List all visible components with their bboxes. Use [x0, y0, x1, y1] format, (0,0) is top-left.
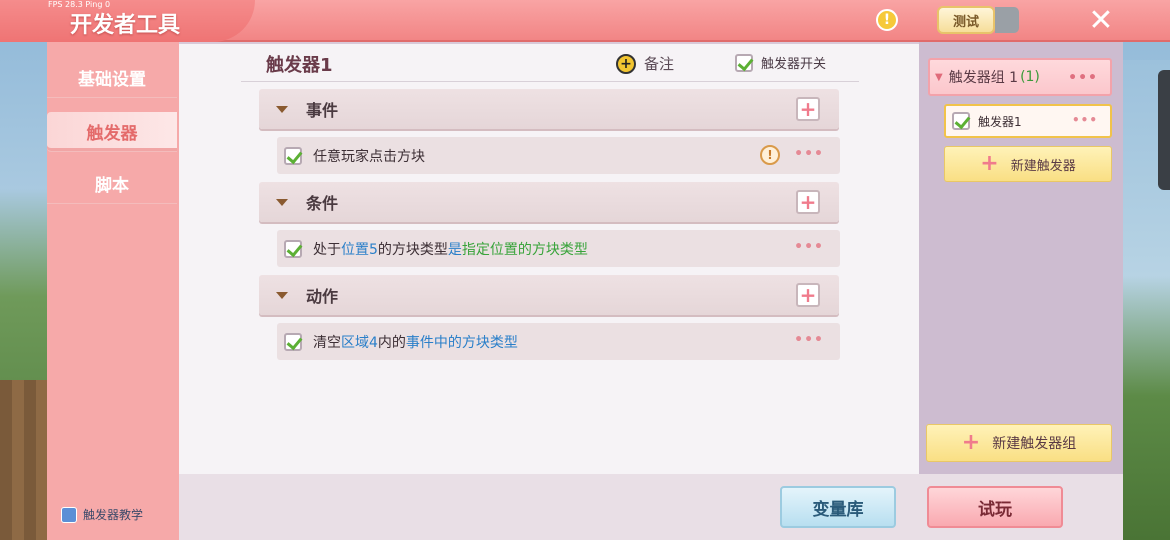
- tutorial-label: 触发器教学: [83, 508, 144, 522]
- highlighted-token[interactable]: 指定位置的方块类型: [462, 242, 588, 258]
- trigger-list-item[interactable]: 触发器1 •••: [944, 104, 1112, 138]
- trigger-switch[interactable]: 触发器开关: [735, 53, 826, 72]
- background-block: [0, 380, 48, 540]
- new-group-label: 新建触发器组: [992, 436, 1077, 452]
- text-token: 任意玩家点击方块: [313, 148, 425, 165]
- trigger-name[interactable]: 触发器1: [266, 51, 333, 77]
- section-label: 事件: [306, 101, 339, 120]
- more-options-icon[interactable]: •••: [1072, 113, 1098, 127]
- plus-icon: +: [980, 151, 999, 176]
- sidebar: 基础设置 触发器 脚本 触发器教学: [47, 42, 179, 540]
- condition-item[interactable]: 处于位置5的方块类型是指定位置的方块类型 •••: [277, 230, 840, 267]
- close-icon[interactable]: ✕: [1087, 3, 1115, 38]
- condition-text: 处于位置5的方块类型是指定位置的方块类型: [313, 239, 588, 259]
- bottom-bar: 变量库 试玩: [179, 474, 1123, 540]
- section-label: 条件: [306, 194, 339, 213]
- add-event-button[interactable]: +: [796, 97, 820, 121]
- section-events[interactable]: 事件 +: [259, 89, 839, 129]
- highlighted-token[interactable]: 是: [448, 242, 462, 258]
- chevron-down-icon[interactable]: ▼: [935, 72, 943, 83]
- group-count: (1): [1020, 69, 1040, 85]
- sidebar-item-basic-settings[interactable]: 基础设置: [47, 58, 177, 98]
- note-label: 备注: [644, 55, 675, 73]
- collapse-triangle-icon: [276, 105, 288, 113]
- trigger-editor: 触发器1 + 备注 触发器开关 事件 + 任意玩家点击方块 ! ••• 条件 +…: [179, 42, 919, 474]
- highlighted-token[interactable]: 事件中的方块类型: [406, 335, 518, 351]
- note-button[interactable]: + 备注: [616, 53, 674, 74]
- trigger-group-row[interactable]: ▼ 触发器组 1 (1) •••: [928, 58, 1112, 96]
- checkbox-icon[interactable]: [284, 146, 302, 165]
- try-play-button[interactable]: 试玩: [927, 486, 1063, 528]
- test-toggle[interactable]: [995, 7, 1019, 33]
- highlighted-token[interactable]: 位置5: [341, 242, 378, 258]
- add-note-icon: +: [616, 53, 636, 74]
- sidebar-item-triggers[interactable]: 触发器: [47, 112, 177, 152]
- page-title: 开发者工具: [70, 13, 181, 38]
- action-item[interactable]: 清空区域4内的事件中的方块类型 •••: [277, 323, 840, 360]
- add-action-button[interactable]: +: [796, 283, 820, 307]
- sidebar-item-scripts[interactable]: 脚本: [47, 164, 177, 204]
- checkbox-icon[interactable]: [284, 239, 302, 258]
- text-token: 处于: [313, 241, 341, 258]
- more-options-icon[interactable]: •••: [794, 239, 824, 255]
- more-options-icon[interactable]: •••: [794, 146, 824, 162]
- collapse-triangle-icon: [276, 198, 288, 206]
- plus-icon: +: [961, 430, 981, 455]
- test-button[interactable]: 测试: [937, 6, 995, 34]
- new-trigger-button[interactable]: + 新建触发器: [944, 146, 1112, 182]
- warning-icon[interactable]: !: [876, 9, 898, 31]
- checkbox-icon[interactable]: [284, 332, 302, 351]
- checkbox-icon[interactable]: [952, 112, 970, 130]
- collapse-triangle-icon: [276, 291, 288, 299]
- text-token: 清空: [313, 334, 341, 351]
- more-options-icon[interactable]: •••: [1068, 70, 1098, 86]
- event-item[interactable]: 任意玩家点击方块 ! •••: [277, 137, 840, 174]
- trigger-tutorial-link[interactable]: 触发器教学: [61, 506, 143, 523]
- variable-library-button[interactable]: 变量库: [780, 486, 896, 528]
- book-icon: [61, 506, 77, 523]
- text-token: 内的: [377, 334, 406, 351]
- trigger-group-panel: ▼ 触发器组 1 (1) ••• 触发器1 ••• + 新建触发器 + 新建触发…: [919, 42, 1123, 474]
- group-name: 触发器组 1: [948, 70, 1019, 86]
- more-options-icon[interactable]: •••: [794, 332, 824, 348]
- info-icon[interactable]: !: [760, 145, 780, 165]
- side-scroll-handle[interactable]: [1158, 70, 1170, 190]
- new-trigger-group-button[interactable]: + 新建触发器组: [926, 424, 1112, 462]
- new-trigger-label: 新建触发器: [1010, 158, 1076, 174]
- section-actions[interactable]: 动作 +: [259, 275, 839, 315]
- action-text: 清空区域4内的事件中的方块类型: [313, 332, 518, 352]
- add-condition-button[interactable]: +: [796, 190, 820, 214]
- text-token: 的方块类型: [377, 241, 448, 258]
- section-conditions[interactable]: 条件 +: [259, 182, 839, 222]
- editor-header: 触发器1 + 备注 触发器开关: [241, 44, 859, 82]
- event-text: 任意玩家点击方块: [313, 146, 425, 166]
- checkbox-icon: [735, 53, 753, 72]
- top-bar: FPS 28.3 Ping 0 开发者工具 ! 测试 ✕: [0, 0, 1170, 42]
- section-label: 动作: [306, 287, 339, 306]
- highlighted-token[interactable]: 区域4: [341, 335, 378, 351]
- trigger-item-label: 触发器1: [978, 114, 1022, 129]
- switch-label: 触发器开关: [761, 57, 827, 72]
